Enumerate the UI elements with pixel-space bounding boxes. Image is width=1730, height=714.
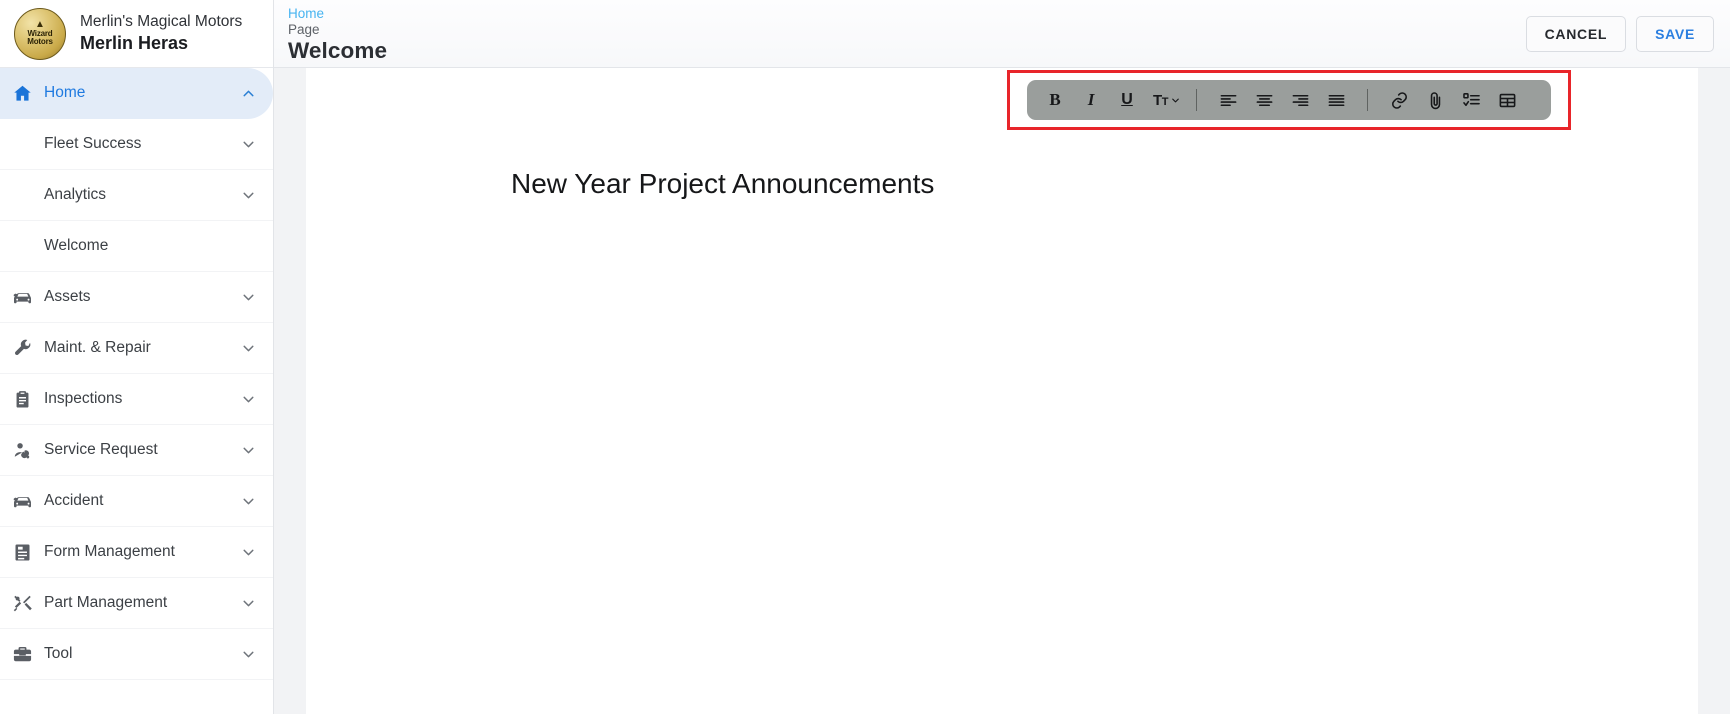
- table-icon[interactable]: [1489, 84, 1525, 116]
- right-gutter: [1698, 68, 1730, 714]
- document-icon: [0, 542, 44, 563]
- attachment-icon[interactable]: [1417, 84, 1453, 116]
- align-left-icon[interactable]: [1210, 84, 1246, 116]
- toolbox-icon: [0, 644, 44, 665]
- sidebar-item-label: Welcome: [44, 237, 109, 254]
- sidebar-item-label: Accident: [44, 492, 104, 509]
- sidebar-nav: Home Fleet Success Analytics Welcome Assets M…: [0, 68, 273, 714]
- sidebar-item-part-management[interactable]: Part Management: [0, 578, 273, 629]
- chevron-down-icon[interactable]: [239, 441, 257, 459]
- italic-icon[interactable]: I: [1073, 84, 1109, 116]
- wrench-icon: [0, 338, 44, 359]
- underline-icon[interactable]: U: [1109, 84, 1145, 116]
- user-name: Merlin Heras: [80, 32, 189, 53]
- breadcrumb: Home Page Welcome: [288, 4, 1526, 63]
- editor-canvas: New Year Project Announcements: [274, 68, 1730, 714]
- sidebar-item-label: Analytics: [44, 186, 107, 203]
- sidebar-item-label: Maint. & Repair: [44, 339, 151, 356]
- car-icon: [0, 287, 44, 308]
- chevron-down-icon[interactable]: [239, 339, 257, 357]
- wizard-hat-icon: ▲: [35, 18, 45, 30]
- sidebar-item-label: Assets: [44, 288, 91, 305]
- sidebar-item-service-request[interactable]: Service Request: [0, 425, 273, 476]
- sidebar-item-home[interactable]: Home: [0, 68, 273, 119]
- logo-line2: Motors: [27, 37, 53, 46]
- chevron-down-icon[interactable]: [239, 645, 257, 663]
- sidebar-item-analytics[interactable]: Analytics: [0, 170, 273, 221]
- sidebar-item-fleet-success[interactable]: Fleet Success: [0, 119, 273, 170]
- chevron-down-icon[interactable]: [239, 492, 257, 510]
- align-justify-icon[interactable]: [1318, 84, 1354, 116]
- person-wrench-icon: [0, 440, 44, 461]
- header-actions: CANCEL SAVE: [1525, 15, 1714, 52]
- sidebar-item-label: Tool: [44, 645, 73, 662]
- breadcrumb-home-link[interactable]: Home: [288, 6, 1526, 21]
- page-card[interactable]: New Year Project Announcements: [306, 68, 1698, 714]
- chevron-down-icon[interactable]: [239, 135, 257, 153]
- sidebar-item-inspections[interactable]: Inspections: [0, 374, 273, 425]
- sidebar-item-accident[interactable]: Accident: [0, 476, 273, 527]
- toolbar-separator-2: [1367, 89, 1368, 111]
- sidebar-item-label: Inspections: [44, 390, 123, 407]
- cancel-button[interactable]: CANCEL: [1525, 15, 1627, 52]
- toolbar-highlight-box: B I U TT: [1007, 70, 1571, 130]
- top-header: Home Page Welcome CANCEL SAVE: [274, 0, 1730, 68]
- chevron-down-icon[interactable]: [239, 543, 257, 561]
- link-icon[interactable]: [1381, 84, 1417, 116]
- sidebar-item-label: Home: [44, 84, 86, 101]
- sidebar-item-assets[interactable]: Assets: [0, 272, 273, 323]
- chevron-down-icon[interactable]: [239, 288, 257, 306]
- chevron-down-icon[interactable]: [239, 390, 257, 408]
- font-size-icon[interactable]: TT: [1145, 84, 1189, 116]
- sidebar-item-tool[interactable]: Tool: [0, 629, 273, 680]
- document-title[interactable]: New Year Project Announcements: [511, 168, 934, 200]
- home-icon: [0, 83, 44, 104]
- chevron-down-icon[interactable]: [239, 186, 257, 204]
- sidebar-item-label: Form Management: [44, 543, 175, 560]
- checklist-icon[interactable]: [1453, 84, 1489, 116]
- sidebar-item-maint-repair[interactable]: Maint. & Repair: [0, 323, 273, 374]
- sidebar-item-label: Fleet Success: [44, 135, 142, 152]
- align-center-icon[interactable]: [1246, 84, 1282, 116]
- tools-icon: [0, 593, 44, 614]
- app-root: ▲ Wizard Motors Merlin's Magical Motors …: [0, 0, 1730, 714]
- toolbar-separator-1: [1196, 89, 1197, 111]
- sidebar-item-welcome[interactable]: Welcome: [0, 221, 273, 272]
- clipboard-icon: [0, 389, 44, 410]
- page-title: Welcome: [288, 38, 388, 64]
- sidebar: ▲ Wizard Motors Merlin's Magical Motors …: [0, 0, 274, 714]
- breadcrumb-kind: Page: [288, 21, 320, 37]
- save-button[interactable]: SAVE: [1636, 15, 1714, 52]
- car-icon: [0, 491, 44, 512]
- formatting-toolbar: B I U TT: [1027, 80, 1551, 120]
- company-logo: ▲ Wizard Motors: [14, 7, 66, 60]
- chevron-down-icon[interactable]: [239, 594, 257, 612]
- align-right-icon[interactable]: [1282, 84, 1318, 116]
- sidebar-item-label: Part Management: [44, 594, 168, 611]
- main-area: Home Page Welcome CANCEL SAVE New Year P…: [274, 0, 1730, 714]
- sidebar-item-label: Service Request: [44, 441, 158, 458]
- chevron-up-icon[interactable]: [239, 84, 257, 102]
- bold-icon[interactable]: B: [1037, 84, 1073, 116]
- sidebar-item-form-management[interactable]: Form Management: [0, 527, 273, 578]
- company-name: Merlin's Magical Motors: [80, 13, 243, 31]
- brand-header: ▲ Wizard Motors Merlin's Magical Motors …: [0, 0, 273, 68]
